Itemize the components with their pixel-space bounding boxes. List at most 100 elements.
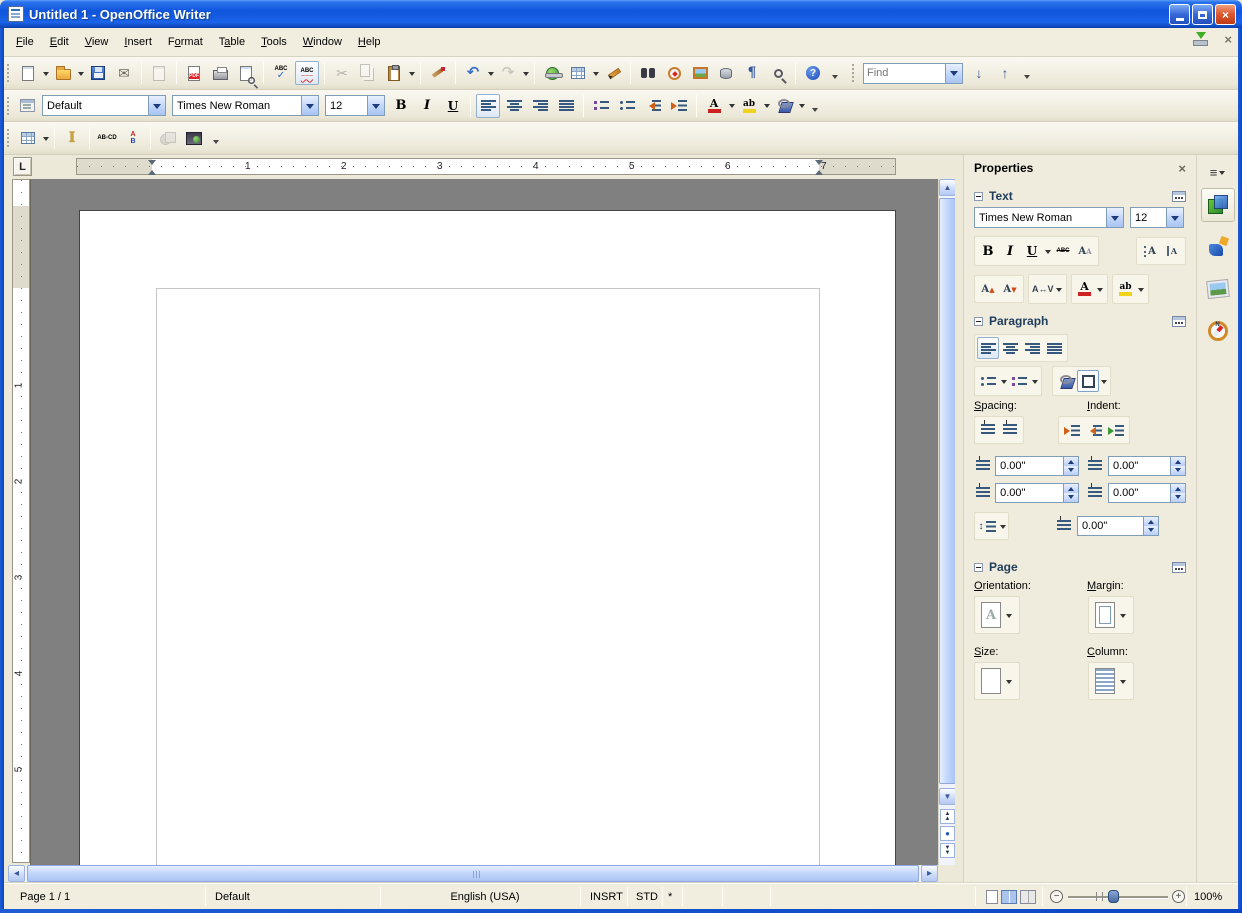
multi-page-view-button[interactable]: [1001, 890, 1017, 904]
new-document-button[interactable]: [16, 61, 40, 85]
edit-file-button[interactable]: [147, 61, 171, 85]
horizontal-scrollbar[interactable]: ◂ ▸: [8, 865, 938, 882]
gallery-button[interactable]: [688, 61, 712, 85]
shrink-font-button[interactable]: A▼: [999, 278, 1021, 300]
insert-table-button[interactable]: [566, 61, 590, 85]
border-dropdown[interactable]: [1099, 369, 1108, 393]
title-bar[interactable]: Untitled 1 - OpenOffice Writer ×: [0, 0, 1242, 28]
zoom-in-button[interactable]: +: [1172, 883, 1185, 910]
single-page-view-button[interactable]: [986, 890, 998, 904]
sidebar-font-color-dropdown[interactable]: [1096, 277, 1105, 301]
orientation-button[interactable]: A: [974, 596, 1020, 634]
font-color-button[interactable]: A: [702, 94, 726, 118]
open-button[interactable]: [51, 61, 75, 85]
shadow-button[interactable]: AA: [1074, 240, 1096, 262]
styles-tab[interactable]: [1201, 230, 1235, 264]
insert-mode-field[interactable]: INSRT: [590, 883, 623, 910]
character-spacing-dropdown[interactable]: [1055, 277, 1064, 301]
group-objects-button[interactable]: [156, 126, 180, 150]
spinner-buttons[interactable]: [1063, 457, 1078, 475]
insert-table-dropdown[interactable]: [591, 61, 600, 85]
sidebar-font-dropdown-button[interactable]: [1106, 208, 1123, 227]
paste-button[interactable]: [382, 61, 406, 85]
find-combobox[interactable]: [863, 63, 963, 84]
highlighting-dropdown[interactable]: [762, 94, 771, 118]
sidebar-underline-button[interactable]: U: [1021, 240, 1043, 262]
redo-button[interactable]: ↷: [496, 61, 520, 85]
paragraph-background-button[interactable]: [1055, 370, 1077, 392]
zoom-button[interactable]: [766, 61, 790, 85]
sort-button[interactable]: AB: [121, 126, 145, 150]
background-color-button[interactable]: [772, 94, 796, 118]
scroll-down-button[interactable]: ▼: [939, 788, 956, 805]
update-available-icon[interactable]: [1192, 32, 1208, 46]
close-button[interactable]: ×: [1215, 4, 1236, 25]
sidebar-align-right-button[interactable]: [1021, 337, 1043, 359]
spinner-buttons[interactable]: [1143, 517, 1158, 535]
sidebar-align-left-button[interactable]: [977, 337, 999, 359]
italic-button[interactable]: I: [415, 94, 439, 118]
spinner-buttons[interactable]: [1063, 484, 1078, 502]
toolbar-overflow-button[interactable]: [209, 126, 222, 150]
help-button[interactable]: ?: [801, 61, 825, 85]
increase-paragraph-spacing-button[interactable]: [977, 419, 999, 441]
zoom-slider-thumb[interactable]: [1108, 890, 1119, 903]
size-button[interactable]: [974, 662, 1020, 700]
column-button[interactable]: [1088, 662, 1134, 700]
menu-view[interactable]: View: [77, 32, 117, 52]
paste-dropdown[interactable]: [407, 61, 416, 85]
export-pdf-button[interactable]: PDF: [182, 61, 206, 85]
sidebar-align-justify-button[interactable]: [1043, 337, 1065, 359]
spacing-below-spinner[interactable]: 0.00": [995, 483, 1079, 503]
toolbar-overflow-button[interactable]: [828, 61, 841, 85]
decrease-paragraph-spacing-button[interactable]: [999, 419, 1021, 441]
save-button[interactable]: [86, 61, 110, 85]
redo-dropdown[interactable]: [521, 61, 530, 85]
align-justify-button[interactable]: [554, 94, 578, 118]
highlighting-button[interactable]: ab: [737, 94, 761, 118]
language-field[interactable]: English (USA): [395, 883, 575, 910]
page-dialog-launcher[interactable]: [1172, 562, 1186, 573]
cut-button[interactable]: ✂: [330, 61, 354, 85]
find-next-button[interactable]: ↓: [967, 61, 991, 85]
find-input[interactable]: [864, 64, 945, 83]
bullet-list-button[interactable]: [615, 94, 639, 118]
sidebar-bold-button[interactable]: B: [977, 240, 999, 262]
collapse-icon[interactable]: [974, 563, 983, 572]
sidebar-highlighting-button[interactable]: ab: [1115, 278, 1137, 300]
find-dropdown-button[interactable]: [945, 64, 962, 83]
table-button[interactable]: [16, 126, 40, 150]
underline-button[interactable]: U: [441, 94, 465, 118]
navigator-tab[interactable]: N: [1201, 314, 1235, 348]
menu-insert[interactable]: Insert: [116, 32, 160, 52]
sidebar-font-color-button[interactable]: A: [1074, 278, 1096, 300]
vertical-ruler[interactable]: 12345: [12, 179, 30, 863]
minimize-button[interactable]: [1169, 4, 1190, 25]
vertical-scrollbar-thumb[interactable]: [939, 198, 956, 784]
line-spacing-dropdown[interactable]: [998, 514, 1007, 538]
page-section-header[interactable]: Page: [964, 556, 1196, 578]
first-line-indent-spinner[interactable]: 0.00": [1077, 516, 1159, 536]
underline-dropdown[interactable]: [1043, 239, 1052, 263]
decrease-indent-button[interactable]: [641, 94, 665, 118]
autospellcheck-button[interactable]: ABC~~~: [295, 61, 319, 85]
spinner-buttons[interactable]: [1170, 484, 1185, 502]
background-color-dropdown[interactable]: [797, 94, 806, 118]
close-document-button[interactable]: ×: [1224, 33, 1232, 46]
column-dropdown[interactable]: [1118, 669, 1127, 693]
maximize-button[interactable]: [1192, 4, 1213, 25]
font-dropdown-button[interactable]: [301, 96, 318, 115]
menu-format[interactable]: Format: [160, 32, 211, 52]
orientation-dropdown[interactable]: [1004, 603, 1013, 627]
menu-window[interactable]: Window: [295, 32, 350, 52]
sidebar-bullet-list-button[interactable]: [977, 370, 999, 392]
menu-help[interactable]: Help: [350, 32, 389, 52]
align-center-button[interactable]: [502, 94, 526, 118]
text-section-header[interactable]: Text: [964, 185, 1196, 207]
document-page[interactable]: [79, 210, 896, 865]
toolbar-overflow-button[interactable]: [808, 94, 821, 118]
open-dropdown[interactable]: [76, 61, 85, 85]
font-color-dropdown[interactable]: [727, 94, 736, 118]
left-indent-marker[interactable]: [148, 166, 156, 175]
book-view-button[interactable]: [1020, 890, 1036, 904]
